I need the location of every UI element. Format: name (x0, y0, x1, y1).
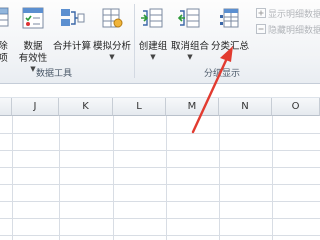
remove-duplicates-label-1: 除 (0, 41, 8, 52)
chevron-down-icon: ▼ (109, 53, 115, 61)
column-header-l[interactable]: L (113, 98, 166, 116)
data-validity-label-1: 数据 (23, 41, 43, 52)
column-header-j[interactable]: J (12, 98, 59, 116)
ungroup-button[interactable]: 取消组合 ▼ (170, 6, 210, 61)
ribbon: 除 项 数据 有效性 ▼ 合并计算 模拟分析 ▼ 创建组 ▼ 取消组合 ▼ 分类… (0, 0, 320, 84)
data-validity-label-2: 有效性 (18, 53, 48, 64)
consolidate-label: 合并计算 (52, 41, 91, 52)
column-header-m[interactable]: M (166, 98, 219, 116)
gridline (59, 116, 60, 240)
chevron-down-icon: ▼ (187, 53, 193, 61)
formula-bar-area (0, 84, 320, 98)
consolidate-button[interactable]: 合并计算 (50, 6, 94, 53)
gridline (166, 116, 167, 240)
group-icon (140, 6, 166, 33)
minus-detail-icon (256, 24, 266, 37)
column-header-o[interactable]: O (272, 98, 320, 116)
ungroup-label: 取消组合 (170, 41, 209, 52)
show-detail-label: 显示明细数据 (268, 9, 320, 20)
table-icon (0, 6, 10, 31)
subtotal-label: 分类汇总 (210, 41, 249, 52)
hide-detail-label: 隐藏明细数据 (268, 25, 320, 36)
gridline (0, 184, 320, 185)
column-header-k[interactable]: K (59, 98, 113, 116)
group-separator (134, 4, 135, 78)
what-if-analysis-button[interactable]: 模拟分析 ▼ (92, 6, 132, 61)
remove-duplicates-button[interactable]: 除 项 (0, 6, 10, 65)
gridline (272, 116, 273, 240)
gridline (12, 116, 13, 240)
subtotal-icon (218, 6, 242, 33)
what-if-icon (100, 6, 124, 33)
gridline (0, 133, 320, 134)
data-validity-button[interactable]: 数据 有效性 ▼ (18, 6, 48, 73)
gridline (0, 201, 320, 202)
gridline (0, 150, 320, 151)
hide-detail-button[interactable]: 隐藏明细数据 (256, 24, 320, 37)
ungroup-icon (177, 6, 203, 33)
consolidate-icon (59, 6, 85, 33)
data-tools-group-label: 数据工具 (36, 69, 73, 79)
column-header-corner[interactable] (0, 98, 12, 116)
remove-duplicates-label-2: 项 (0, 53, 8, 64)
show-detail-button[interactable]: 显示明细数据 (256, 8, 320, 21)
checklist-icon (21, 6, 45, 33)
what-if-label: 模拟分析 (92, 41, 131, 52)
plus-detail-icon (256, 8, 266, 21)
create-group-label: 创建组 (138, 41, 168, 52)
gridline (0, 218, 320, 219)
create-group-button[interactable]: 创建组 ▼ (138, 6, 168, 61)
outline-group-label: 分级显示 (204, 69, 241, 79)
column-header-n[interactable]: N (219, 98, 272, 116)
chevron-down-icon: ▼ (30, 65, 36, 73)
chevron-down-icon: ▼ (150, 53, 156, 61)
gridline (0, 235, 320, 236)
gridline (0, 167, 320, 168)
gridline (113, 116, 114, 240)
gridline (219, 116, 220, 240)
subtotal-button[interactable]: 分类汇总 (210, 6, 250, 53)
